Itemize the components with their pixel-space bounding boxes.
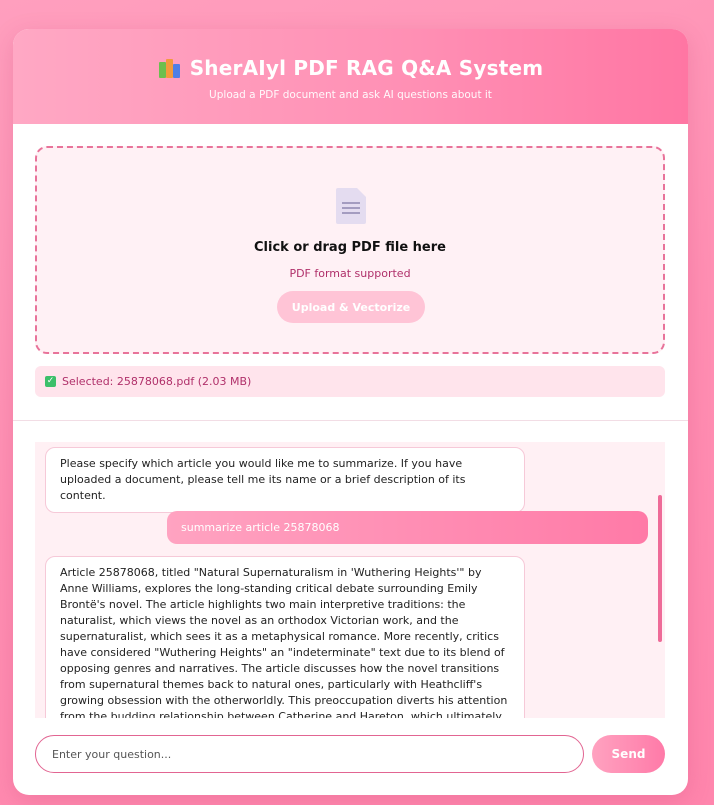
app-header: SherAIyl PDF RAG Q&A System Upload a PDF… (13, 29, 688, 124)
page-title: SherAIyl PDF RAG Q&A System (189, 56, 544, 80)
bot-message: Article 25878068, titled "Natural Supern… (45, 556, 525, 718)
pdf-drop-zone[interactable]: Click or drag PDF file here PDF format s… (35, 146, 665, 354)
bot-message: Please specify which article you would l… (45, 447, 525, 513)
selected-file-text: Selected: 25878068.pdf (2.03 MB) (62, 375, 252, 388)
divider (13, 420, 688, 421)
app-card: SherAIyl PDF RAG Q&A System Upload a PDF… (13, 29, 688, 795)
document-icon (336, 188, 366, 224)
check-icon: ✓ (45, 376, 56, 387)
selected-file-bar: ✓ Selected: 25878068.pdf (2.03 MB) (35, 366, 665, 397)
question-input[interactable] (35, 735, 584, 773)
books-icon (158, 58, 182, 78)
chat-messages[interactable]: Please specify which article you would l… (35, 442, 665, 718)
user-message: summarize article 25878068 (167, 511, 648, 544)
page-subtitle: Upload a PDF document and ask AI questio… (209, 89, 492, 101)
upload-vectorize-button[interactable]: Upload & Vectorize (277, 291, 425, 323)
title-row: SherAIyl PDF RAG Q&A System (13, 29, 688, 80)
chat-scrollbar[interactable] (658, 495, 662, 642)
send-button[interactable]: Send (592, 735, 665, 773)
drop-zone-label: Click or drag PDF file here (254, 240, 446, 255)
format-hint: PDF format supported (289, 267, 411, 280)
